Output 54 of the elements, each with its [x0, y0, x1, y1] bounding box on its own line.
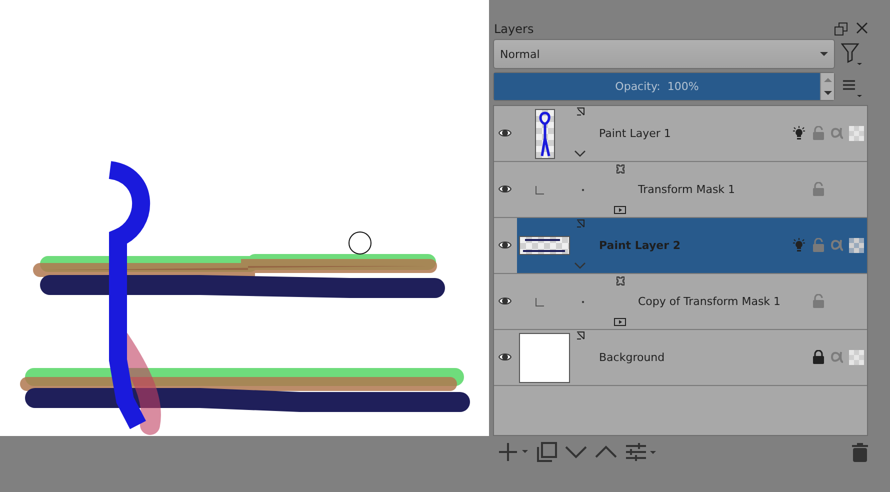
layer-thumbnail [519, 333, 570, 383]
drawing-canvas[interactable] [0, 0, 489, 436]
eye-icon[interactable] [498, 352, 512, 362]
corner-arrow-icon [576, 219, 587, 230]
layer-name: Paint Layer 2 [599, 239, 681, 252]
mask-frame-icon [616, 164, 625, 174]
mask-name: Copy of Transform Mask 1 [638, 295, 781, 308]
mask-row[interactable]: Copy of Transform Mask 1 [494, 274, 867, 330]
mask-frame-icon [616, 276, 625, 286]
close-icon[interactable] [856, 22, 868, 34]
spin-down-icon[interactable] [824, 91, 832, 96]
alpha-icon[interactable] [830, 239, 844, 251]
eye-icon[interactable] [498, 128, 512, 138]
indent-elbow-icon [535, 186, 544, 195]
layer-row[interactable]: Paint Layer 1 [494, 106, 867, 162]
alpha-icon[interactable] [830, 351, 844, 363]
alpha-icon[interactable] [830, 127, 844, 139]
checker-icon[interactable] [849, 350, 864, 365]
chevron-down-icon[interactable] [565, 445, 587, 459]
layer-thumbnail [519, 236, 570, 255]
sliders-icon[interactable] [625, 443, 657, 461]
play-box-icon[interactable] [614, 206, 626, 214]
checker-icon[interactable] [849, 126, 864, 141]
layer-thumbnail [535, 109, 555, 159]
chevron-up-icon[interactable] [595, 445, 617, 459]
blend-mode-dropdown[interactable]: Normal [493, 39, 835, 69]
unlock-icon[interactable] [812, 126, 825, 140]
indent-elbow-icon [535, 298, 544, 307]
unlock-icon[interactable] [812, 182, 825, 196]
dropdown-caret-icon [820, 52, 828, 56]
layer-name: Paint Layer 1 [599, 127, 671, 140]
filter-icon[interactable] [841, 42, 863, 66]
eye-icon[interactable] [498, 184, 512, 194]
corner-arrow-icon [576, 331, 587, 342]
layer-name: Background [599, 351, 665, 364]
mask-name: Transform Mask 1 [638, 183, 736, 196]
corner-arrow-icon [576, 107, 587, 118]
lock-icon[interactable] [812, 350, 825, 364]
opacity-slider[interactable]: Opacity: 100% [493, 72, 835, 101]
float-panel-icon[interactable] [834, 22, 848, 36]
duplicate-icon[interactable] [537, 442, 557, 462]
eye-icon[interactable] [498, 240, 512, 250]
panel-title: Layers [494, 22, 534, 36]
unlock-icon[interactable] [812, 294, 825, 308]
checker-icon[interactable] [849, 238, 864, 253]
chevron-down-icon[interactable] [574, 150, 586, 157]
trash-icon[interactable] [851, 442, 869, 462]
play-box-icon[interactable] [614, 318, 626, 326]
layer-row[interactable]: Background [494, 330, 867, 386]
add-layer-icon[interactable] [499, 442, 529, 462]
lightbulb-icon[interactable] [792, 126, 806, 140]
brush-cursor-icon [348, 231, 372, 255]
spin-up-icon[interactable] [824, 78, 832, 82]
eye-icon[interactable] [498, 296, 512, 306]
